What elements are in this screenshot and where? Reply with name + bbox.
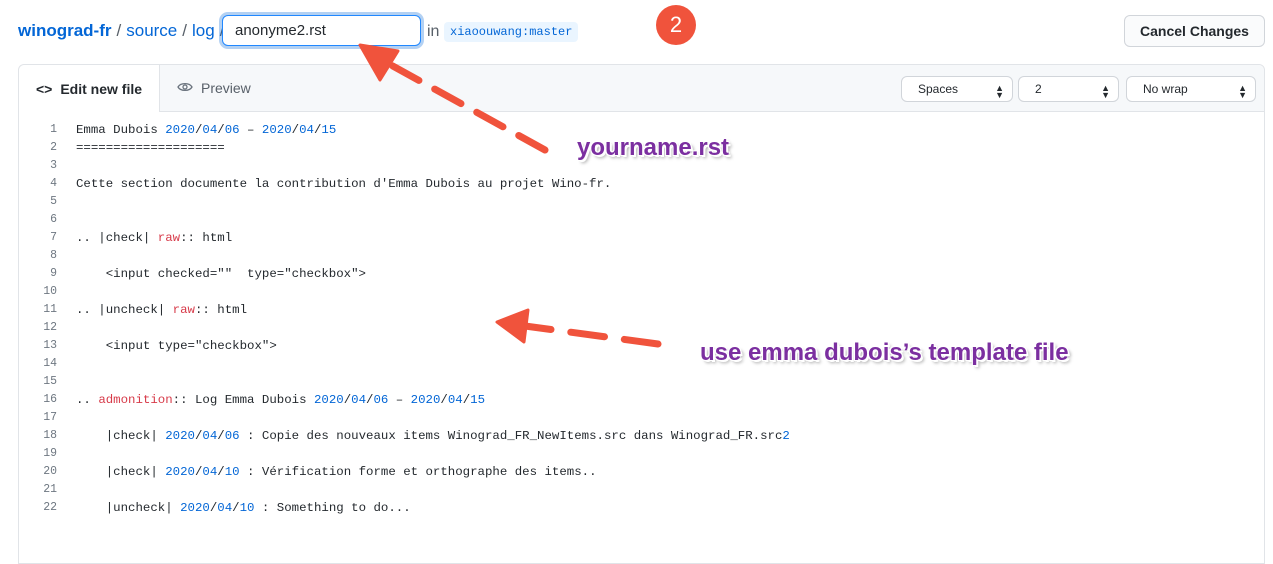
arrow-to-filename-icon bbox=[358, 43, 549, 154]
annotation-yourname: yourname.rst bbox=[577, 134, 730, 161]
annotation-template-hint: use emma dubois’s template file bbox=[700, 339, 1069, 366]
arrow-to-template-icon bbox=[495, 308, 662, 348]
annotation-arrows bbox=[358, 43, 662, 348]
